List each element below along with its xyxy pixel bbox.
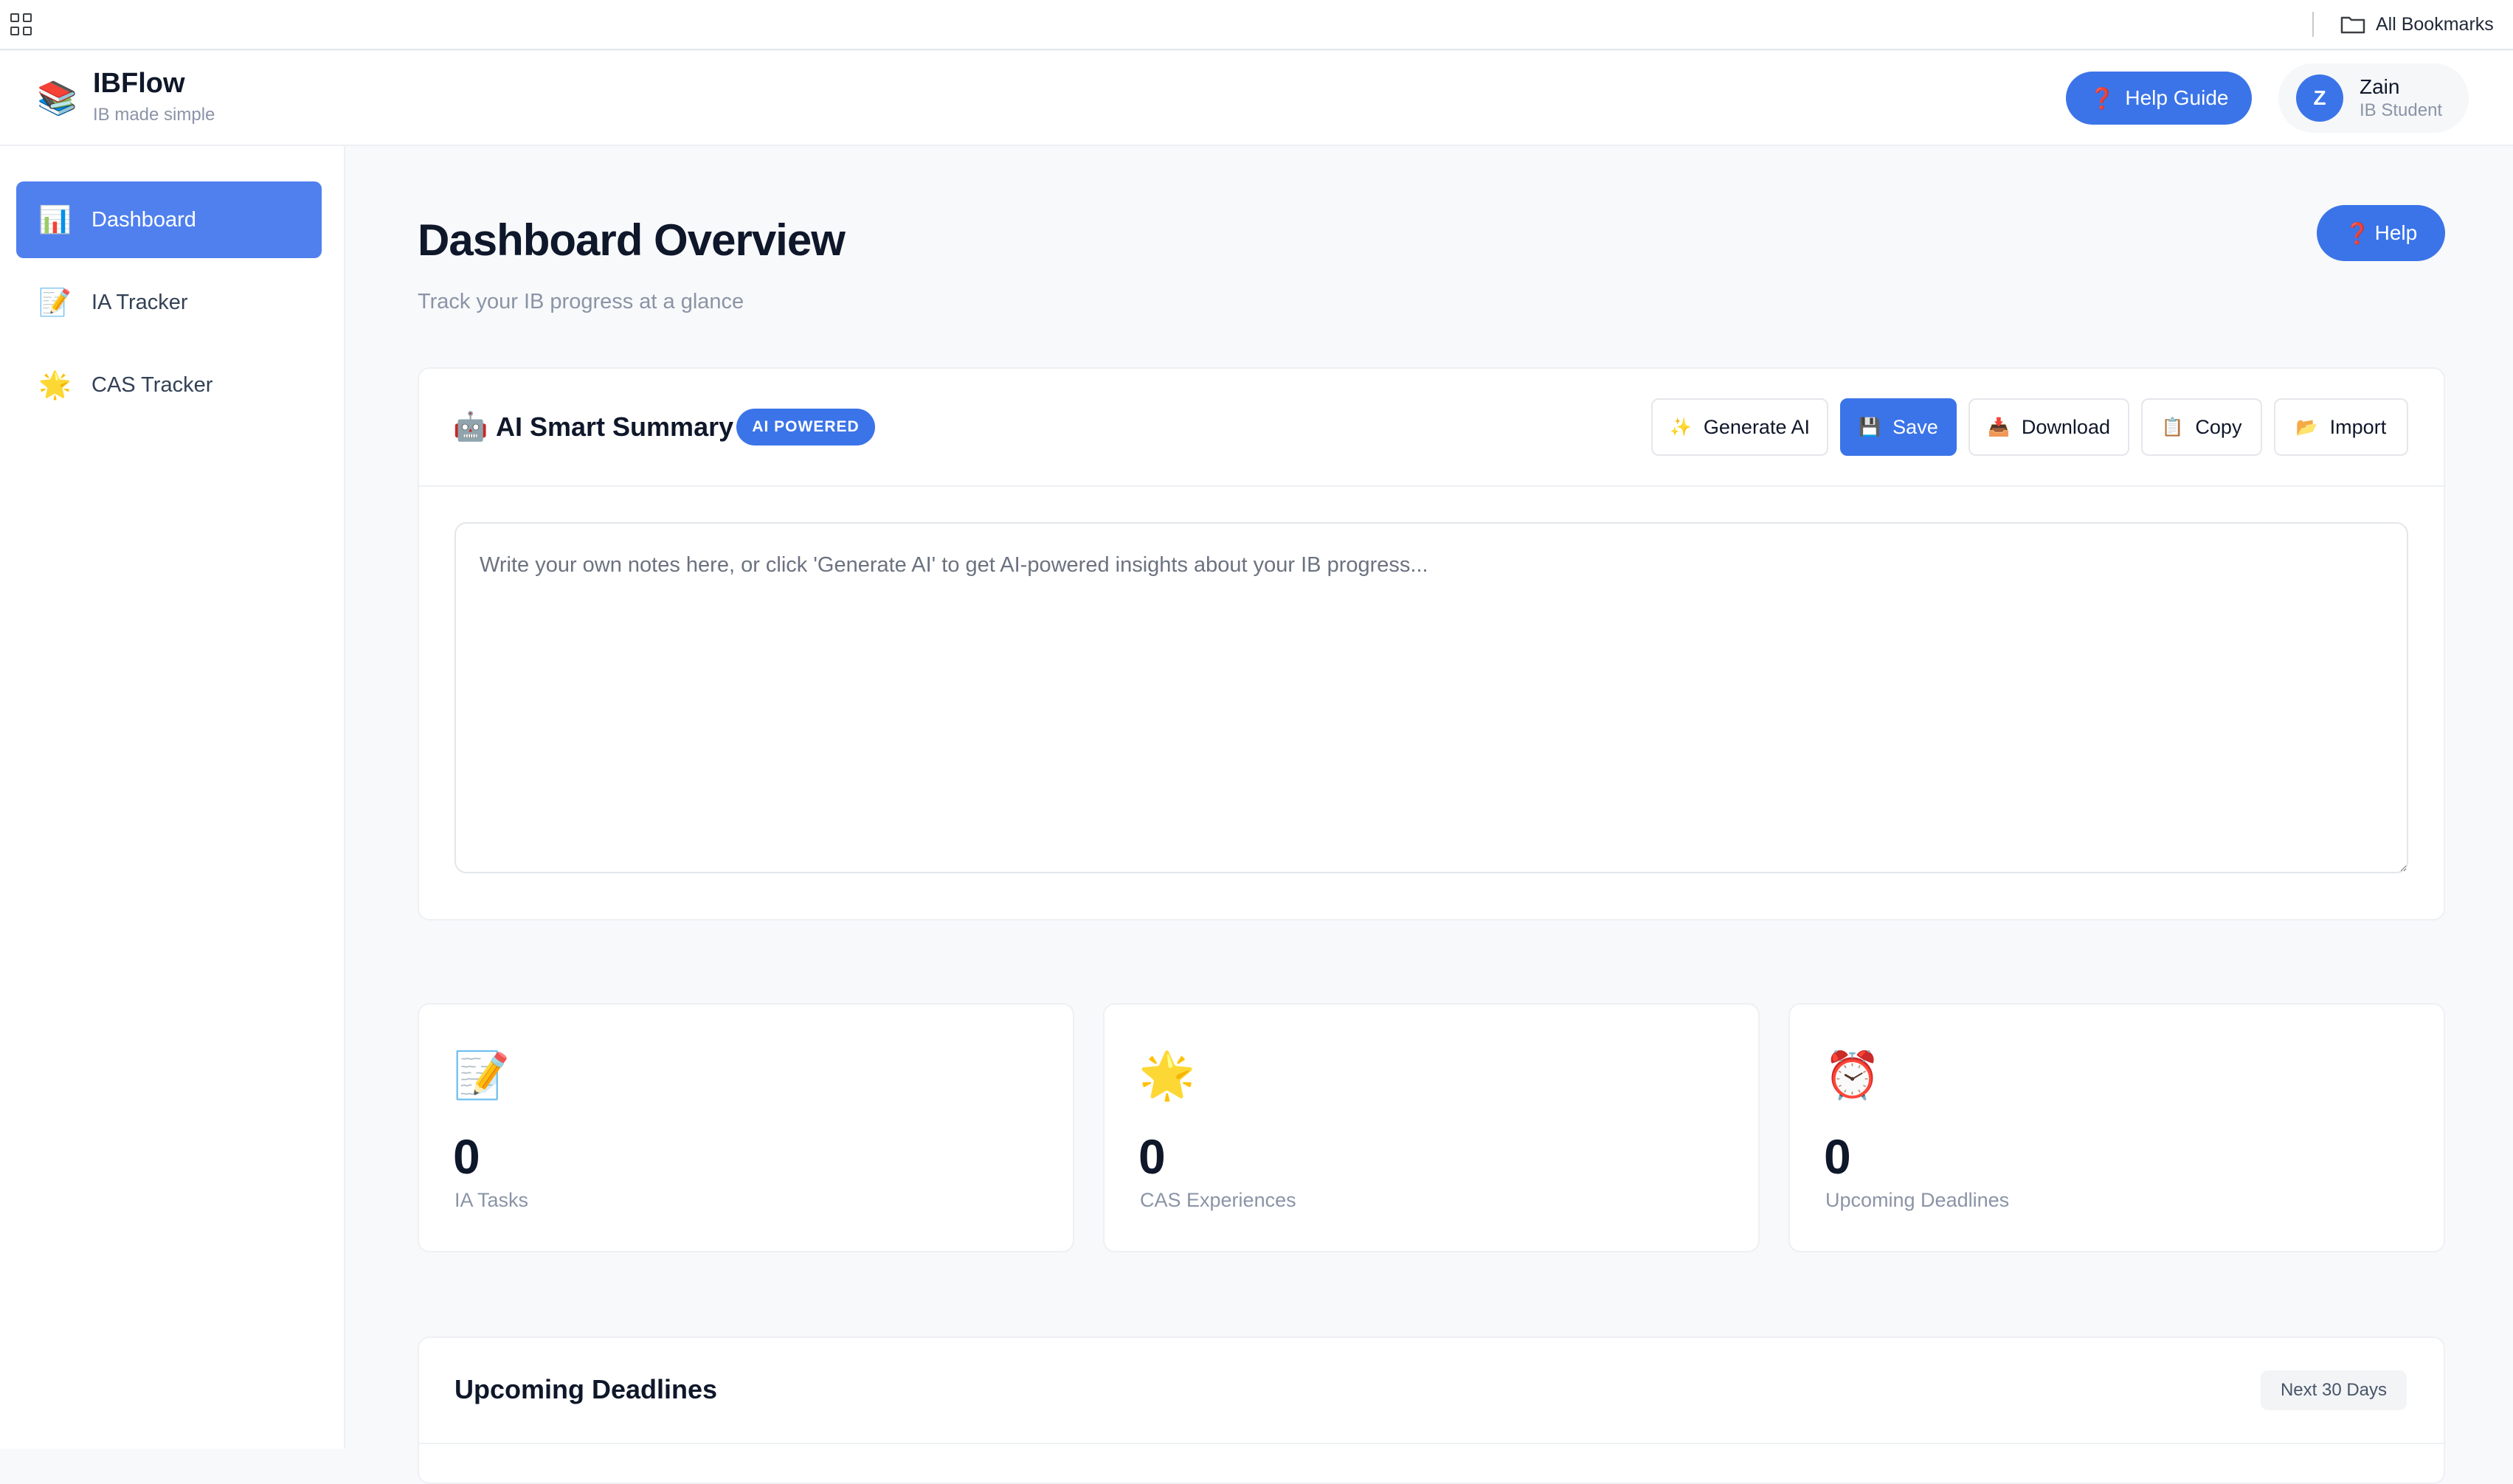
apps-grid-icon[interactable] [10, 13, 32, 35]
avatar[interactable]: Z [2296, 74, 2343, 122]
upcoming-deadlines-title: Upcoming Deadlines [454, 1374, 718, 1404]
import-label: Import [2329, 415, 2387, 438]
user-role: IB Student [2360, 100, 2443, 120]
memo-icon: 📝 [38, 287, 72, 317]
question-icon: ❓ [2344, 221, 2371, 245]
sidebar-item-cas-tracker[interactable]: 🌟 CAS Tracker [16, 347, 322, 423]
memo-icon: 📝 [453, 1050, 511, 1101]
star-icon: 🌟 [38, 370, 72, 400]
help-guide-label: Help Guide [2125, 86, 2229, 109]
copy-button[interactable]: 📋 Copy [2141, 398, 2262, 456]
ia-tasks-label: IA Tasks [454, 1189, 529, 1211]
clipboard-icon: 📋 [2161, 417, 2184, 437]
star-icon: 🌟 [1138, 1050, 1196, 1101]
floppy-disk-icon: 💾 [1859, 417, 1881, 437]
help-button[interactable]: ❓ Help [2317, 205, 2445, 261]
copy-label: Copy [2195, 415, 2242, 438]
user-name: Zain [2360, 75, 2400, 98]
save-button[interactable]: 💾 Save [1840, 398, 1957, 456]
sidebar-item-label: IA Tracker [91, 290, 188, 314]
download-button[interactable]: 📥 Download [1968, 398, 2129, 456]
import-button[interactable]: 📂 Import [2274, 398, 2408, 456]
save-label: Save [1892, 415, 1938, 438]
sidebar-item-dashboard[interactable]: 📊 Dashboard [16, 181, 322, 258]
sidebar-item-label: Dashboard [91, 207, 196, 232]
stat-card-upcoming-deadlines [1788, 1003, 2445, 1252]
ai-summary-title: AI Smart Summary [496, 412, 734, 442]
page-title: Dashboard Overview [418, 215, 846, 265]
ai-powered-badge: AI POWERED [736, 409, 875, 445]
sparkles-icon: ✨ [1670, 417, 1692, 437]
bar-chart-icon: 📊 [38, 204, 72, 235]
all-bookmarks-link[interactable]: All Bookmarks [2376, 13, 2494, 36]
folder-open-icon: 📂 [2295, 417, 2318, 437]
books-logo-icon: 📚 [37, 80, 77, 117]
card-divider [419, 485, 2444, 487]
notes-textarea[interactable] [454, 522, 2408, 873]
page-subtitle: Track your IB progress at a glance [418, 290, 744, 313]
upcoming-deadlines-card [418, 1336, 2445, 1484]
bookmarks-bar [0, 0, 2513, 50]
cas-experiences-label: CAS Experiences [1140, 1189, 1296, 1211]
date-range-badge: Next 30 Days [2261, 1370, 2407, 1410]
stat-card-cas-experiences [1103, 1003, 1760, 1252]
cas-experiences-count: 0 [1138, 1129, 1166, 1184]
help-label: Help [2374, 221, 2418, 244]
generate-ai-button[interactable]: ✨ Generate AI [1651, 398, 1828, 456]
sidebar [0, 146, 345, 1449]
bookmarks-divider [2312, 12, 2314, 37]
brand-name: IBFlow [93, 68, 185, 99]
inbox-tray-icon: 📥 [1988, 417, 2010, 437]
generate-ai-label: Generate AI [1703, 415, 1810, 438]
card-divider [419, 1443, 2444, 1444]
folder-icon[interactable] [2340, 15, 2365, 34]
brand-tagline: IB made simple [93, 105, 215, 125]
ia-tasks-count: 0 [453, 1129, 480, 1184]
robot-icon: 🤖 [453, 412, 488, 443]
sidebar-item-label: CAS Tracker [91, 372, 213, 397]
stat-card-ia-tasks [418, 1003, 1074, 1252]
upcoming-deadlines-label: Upcoming Deadlines [1825, 1189, 2010, 1211]
question-icon: ❓ [2089, 86, 2115, 110]
upcoming-deadlines-count: 0 [1824, 1129, 1851, 1184]
download-label: Download [2021, 415, 2110, 438]
alarm-clock-icon: ⏰ [1824, 1050, 1881, 1101]
sidebar-item-ia-tracker[interactable]: 📝 IA Tracker [16, 264, 322, 341]
help-guide-button[interactable]: ❓ Help Guide [2066, 72, 2252, 125]
